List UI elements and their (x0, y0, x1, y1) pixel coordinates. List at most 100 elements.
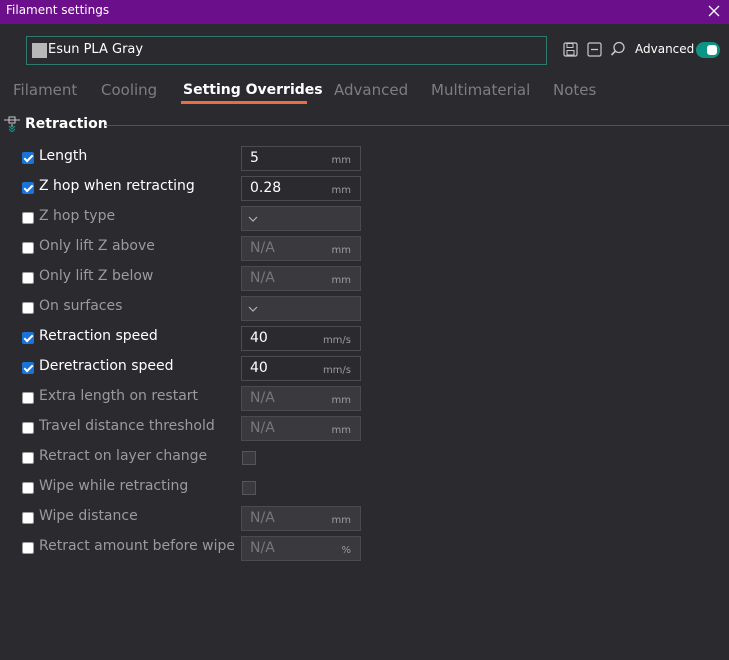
travel-threshold-input[interactable]: N/A mm (241, 416, 361, 441)
deretraction-speed-input[interactable]: 40 mm/s (241, 356, 361, 381)
extra-length-input[interactable]: N/A mm (241, 386, 361, 411)
tab-bar: Filament Cooling Setting Overrides Advan… (0, 78, 729, 104)
field-value: N/A (250, 270, 275, 286)
active-tab-indicator (181, 101, 307, 104)
override-checkbox[interactable] (22, 542, 34, 554)
retract-layer-change-checkbox[interactable] (242, 451, 256, 465)
override-checkbox[interactable] (22, 422, 34, 434)
setting-row-z-hop: Z hop when retracting 0.28 mm (0, 172, 729, 202)
setting-row-lift-z-above: Only lift Z above N/A mm (0, 232, 729, 262)
setting-label: Z hop when retracting (39, 178, 195, 194)
field-value: N/A (250, 390, 275, 406)
setting-label: Z hop type (39, 208, 116, 224)
on-surfaces-dropdown[interactable] (241, 296, 361, 321)
window-title: Filament settings (6, 3, 110, 17)
lift-z-above-input[interactable]: N/A mm (241, 236, 361, 261)
override-checkbox[interactable] (22, 182, 34, 194)
setting-label: Retraction speed (39, 328, 158, 344)
field-unit: mm (331, 185, 351, 196)
delete-preset-icon[interactable] (586, 41, 602, 57)
setting-row-retract-before-wipe: Retract amount before wipe N/A % (0, 532, 729, 562)
save-icon[interactable] (562, 41, 578, 57)
field-value: 5 (250, 150, 259, 166)
retraction-icon (4, 116, 20, 133)
override-checkbox[interactable] (22, 242, 34, 254)
retraction-speed-input[interactable]: 40 mm/s (241, 326, 361, 351)
field-value: 40 (250, 330, 268, 346)
filament-color-swatch (32, 43, 47, 58)
field-value: N/A (250, 540, 275, 556)
tab-cooling[interactable]: Cooling (101, 81, 157, 99)
setting-row-wipe-distance: Wipe distance N/A mm (0, 502, 729, 532)
override-checkbox[interactable] (22, 512, 34, 524)
field-unit: mm (331, 245, 351, 256)
search-icon[interactable] (610, 41, 626, 57)
length-input[interactable]: 5 mm (241, 146, 361, 171)
chevron-down-icon (248, 304, 258, 315)
override-checkbox[interactable] (22, 392, 34, 404)
setting-label: Wipe while retracting (39, 478, 189, 494)
setting-label: Travel distance threshold (39, 418, 215, 434)
setting-row-length: Length 5 mm (0, 142, 729, 172)
setting-label: Retract amount before wipe (39, 538, 235, 554)
tab-filament[interactable]: Filament (13, 81, 77, 99)
setting-label: Only lift Z below (39, 268, 154, 284)
setting-row-extra-length: Extra length on restart N/A mm (0, 382, 729, 412)
setting-label: On surfaces (39, 298, 123, 314)
field-unit: mm (331, 155, 351, 166)
override-checkbox[interactable] (22, 272, 34, 284)
setting-label: Extra length on restart (39, 388, 199, 404)
field-unit: mm (331, 425, 351, 436)
title-bar: Filament settings (0, 0, 729, 24)
preset-selector[interactable]: Esun PLA Gray (26, 36, 547, 65)
setting-label: Deretraction speed (39, 358, 174, 374)
z-hop-type-dropdown[interactable] (241, 206, 361, 231)
setting-row-retract-layer-change: Retract on layer change (0, 442, 729, 472)
z-hop-input[interactable]: 0.28 mm (241, 176, 361, 201)
tab-multimaterial[interactable]: Multimaterial (431, 81, 530, 99)
setting-row-on-surfaces: On surfaces (0, 292, 729, 322)
override-checkbox[interactable] (22, 212, 34, 224)
tab-setting-overrides[interactable]: Setting Overrides (183, 82, 323, 98)
lift-z-below-input[interactable]: N/A mm (241, 266, 361, 291)
field-value: N/A (250, 240, 275, 256)
toggle-knob (707, 45, 717, 55)
field-unit: mm/s (322, 335, 351, 346)
setting-row-retraction-speed: Retraction speed 40 mm/s (0, 322, 729, 352)
field-value: 40 (250, 360, 268, 376)
advanced-toggle[interactable] (696, 42, 720, 58)
section-divider (105, 125, 729, 126)
field-unit: % (341, 545, 351, 556)
override-checkbox[interactable] (22, 302, 34, 314)
wipe-distance-input[interactable]: N/A mm (241, 506, 361, 531)
chevron-down-icon (248, 214, 258, 225)
field-unit: mm (331, 395, 351, 406)
override-checkbox[interactable] (22, 482, 34, 494)
setting-row-wipe-while-retracting: Wipe while retracting (0, 472, 729, 502)
wipe-while-retracting-checkbox[interactable] (242, 481, 256, 495)
override-checkbox[interactable] (22, 452, 34, 464)
field-unit: mm (331, 275, 351, 286)
setting-label: Retract on layer change (39, 448, 208, 464)
section-title: Retraction (25, 116, 108, 132)
tab-advanced[interactable]: Advanced (334, 81, 408, 99)
field-unit: mm/s (322, 365, 351, 376)
override-checkbox[interactable] (22, 362, 34, 374)
advanced-label: Advanced (635, 42, 695, 56)
setting-row-deretraction-speed: Deretraction speed 40 mm/s (0, 352, 729, 382)
retract-before-wipe-input[interactable]: N/A % (241, 536, 361, 561)
tab-notes[interactable]: Notes (553, 81, 596, 99)
field-value: 0.28 (250, 180, 282, 196)
close-icon[interactable] (705, 1, 723, 21)
setting-label: Length (39, 148, 88, 164)
setting-label: Only lift Z above (39, 238, 155, 254)
setting-row-lift-z-below: Only lift Z below N/A mm (0, 262, 729, 292)
setting-row-z-hop-type: Z hop type (0, 202, 729, 232)
override-checkbox[interactable] (22, 332, 34, 344)
preset-name: Esun PLA Gray (48, 42, 144, 57)
field-unit: mm (331, 515, 351, 526)
setting-row-travel-threshold: Travel distance threshold N/A mm (0, 412, 729, 442)
override-checkbox[interactable] (22, 152, 34, 164)
field-value: N/A (250, 420, 275, 436)
setting-label: Wipe distance (39, 508, 138, 524)
